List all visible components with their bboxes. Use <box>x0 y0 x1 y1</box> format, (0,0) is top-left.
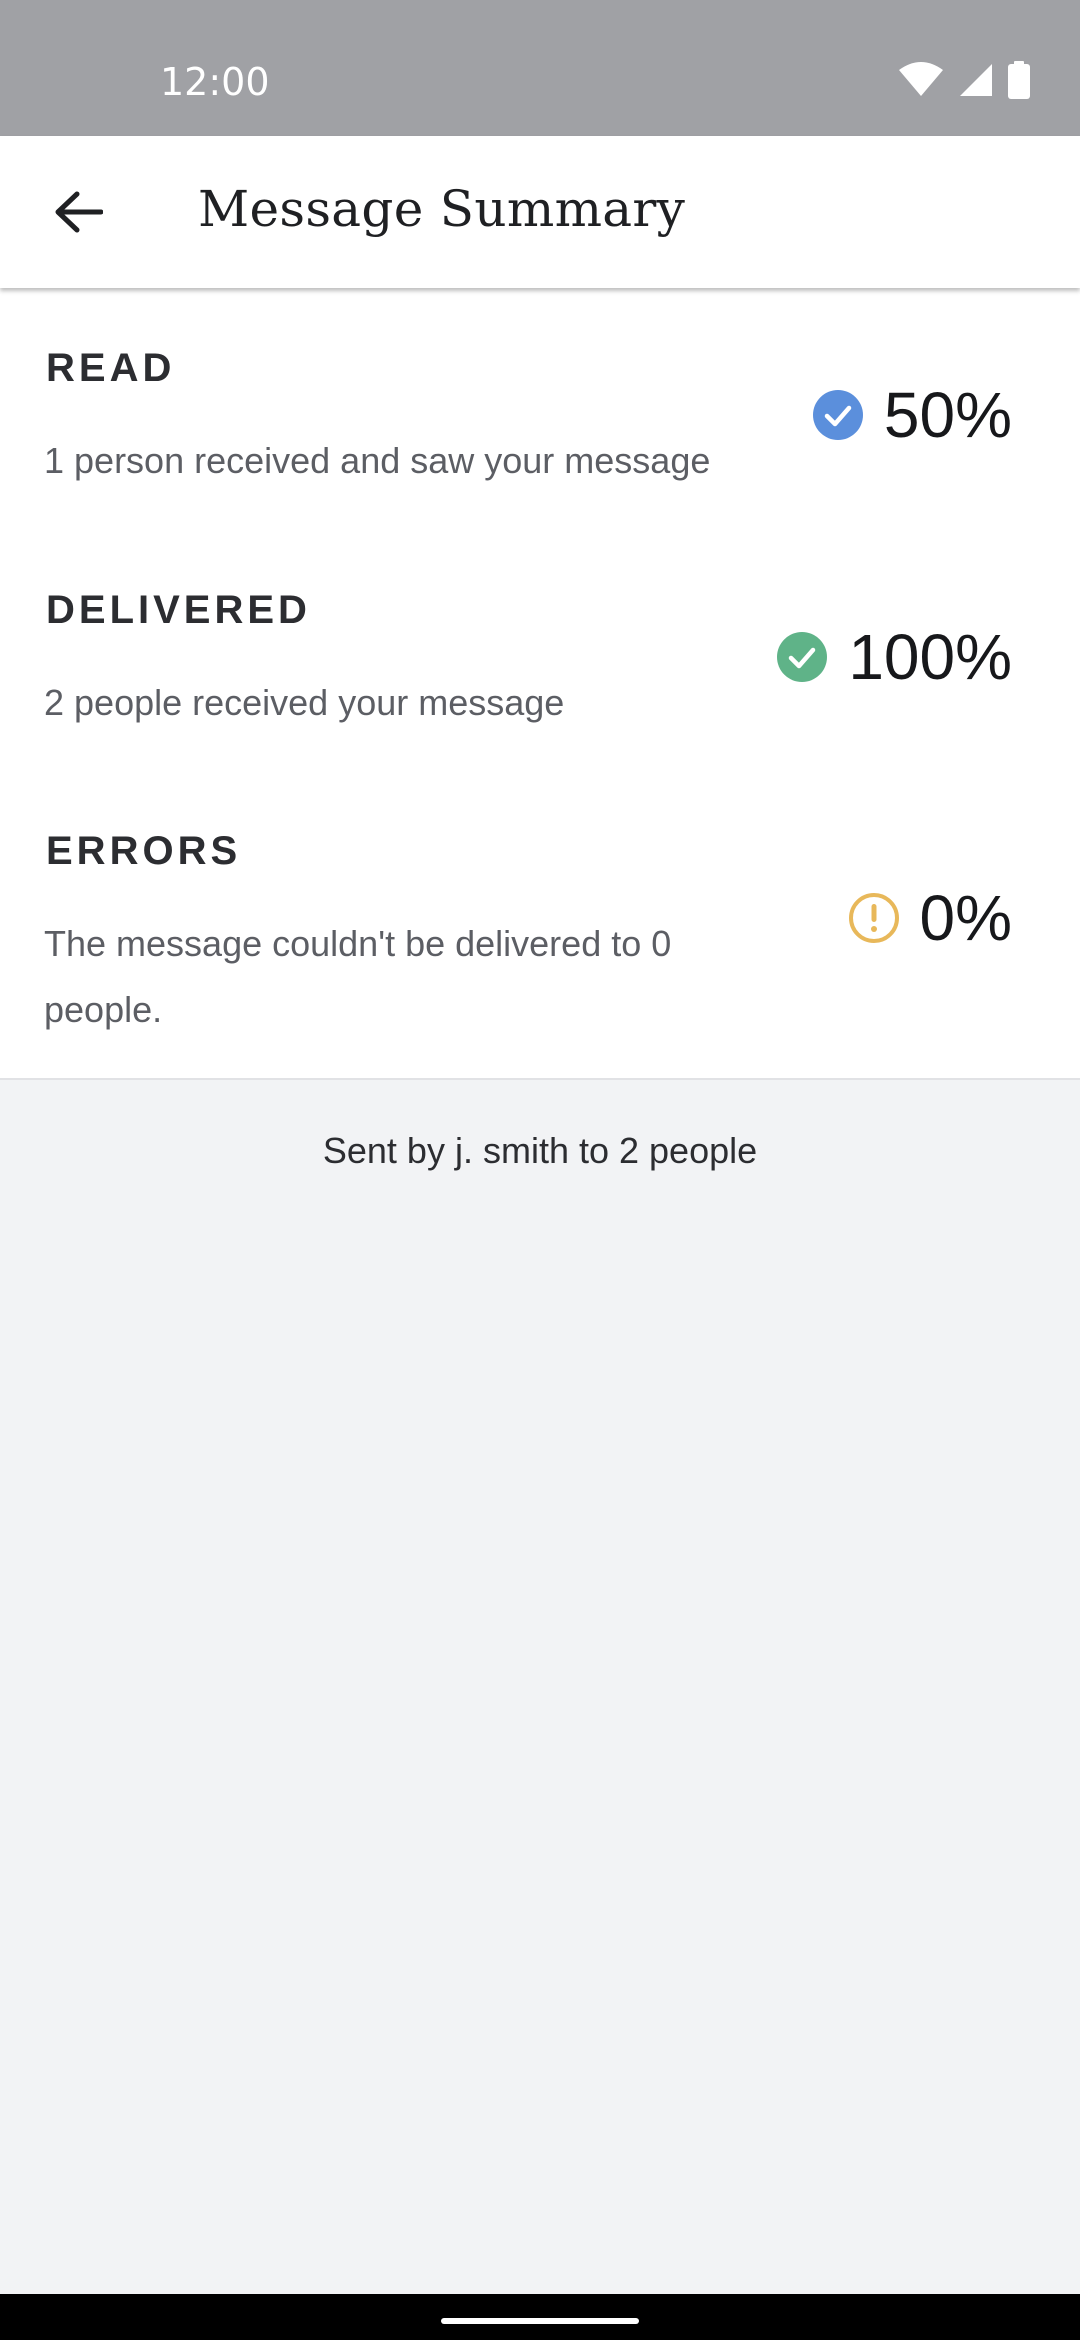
stat-description: 2 people received your message <box>44 682 565 723</box>
alert-circle-icon <box>848 892 900 944</box>
check-circle-icon <box>776 631 828 683</box>
battery-icon <box>1008 61 1030 99</box>
cell-signal-icon <box>958 62 994 98</box>
stat-percent: 50% <box>883 379 1012 451</box>
app-bar: Message Summary <box>0 136 1080 288</box>
stat-description: The message couldn't be delivered to 0 p… <box>44 923 672 1030</box>
stat-value: 100% <box>776 620 1012 694</box>
navigation-bar <box>0 2294 1080 2340</box>
status-time: 12:00 <box>160 60 270 104</box>
home-indicator[interactable] <box>441 2318 639 2324</box>
stat-value: 50% <box>812 378 1012 452</box>
stat-label: ERRORS <box>46 829 242 873</box>
check-circle-icon <box>812 389 864 441</box>
status-bar: 12:00 <box>0 0 1080 136</box>
stat-description: 1 person received and saw your message <box>44 440 711 481</box>
wifi-icon <box>898 62 944 98</box>
stat-label: DELIVERED <box>46 588 311 632</box>
stat-label: READ <box>46 346 176 390</box>
arrow-left-icon <box>53 190 104 239</box>
stat-percent: 100% <box>848 621 1012 693</box>
summary-panel: READ 1 person received and saw your mess… <box>0 288 1080 1080</box>
stat-value: 0% <box>848 881 1013 955</box>
status-icons <box>898 58 1030 102</box>
sent-by-text: Sent by j. smith to 2 people <box>322 1130 758 1171</box>
stat-percent: 0% <box>919 882 1013 954</box>
back-button[interactable] <box>36 172 120 256</box>
page-title: Message Summary <box>198 180 686 238</box>
